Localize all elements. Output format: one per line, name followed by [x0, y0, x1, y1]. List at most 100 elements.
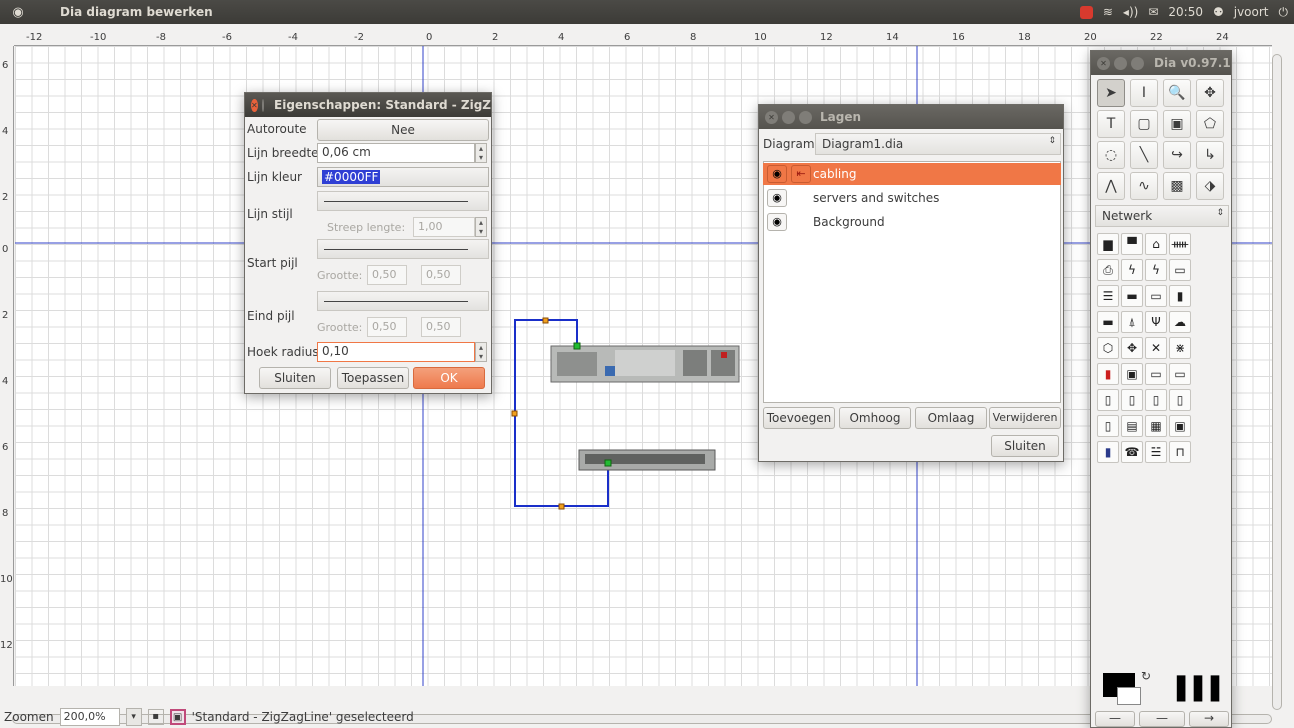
handle[interactable]: [558, 503, 565, 510]
end-arrow-height-input[interactable]: 0,50: [421, 317, 461, 337]
layer-item-cabling[interactable]: ◉ ⇤ cabling: [763, 163, 1061, 185]
zoom-dropdown-icon[interactable]: ▾: [125, 708, 142, 726]
start-arrow-select[interactable]: [317, 239, 489, 259]
shape-hub2-icon[interactable]: ☱: [1145, 441, 1167, 463]
shape-device-5-icon[interactable]: ▯: [1097, 415, 1119, 437]
background-color-swatch[interactable]: [1117, 687, 1141, 705]
shape-pc-tower-icon[interactable]: ▆: [1097, 233, 1119, 255]
shape-hexagon-icon[interactable]: ⬡: [1097, 337, 1119, 359]
shape-device-6-icon[interactable]: ▤: [1121, 415, 1143, 437]
corner-radius-input[interactable]: 0,10: [317, 342, 475, 362]
properties-titlebar[interactable]: ✕ Eigenschappen: Standard - ZigZ: [245, 93, 491, 117]
connection-point[interactable]: [573, 342, 581, 350]
shape-device-4-icon[interactable]: ▯: [1169, 389, 1191, 411]
shape-tool-icon[interactable]: Ψ: [1145, 311, 1167, 333]
tool-image-icon[interactable]: ▣: [1163, 110, 1191, 138]
user-name[interactable]: jvoort: [1234, 5, 1269, 19]
shape-router-icon[interactable]: ✥: [1121, 337, 1143, 359]
shape-workstation-icon[interactable]: ▣: [1121, 363, 1143, 385]
tool-text-icon[interactable]: T: [1097, 110, 1125, 138]
shape-device-3-icon[interactable]: ▯: [1145, 389, 1167, 411]
snap-grid-icon[interactable]: ▪: [147, 709, 164, 725]
toolbox-titlebar[interactable]: ✕ Dia v0.97.1: [1091, 51, 1231, 75]
tool-polyline-icon[interactable]: ⋀: [1097, 172, 1125, 200]
swap-colors-icon[interactable]: ↻: [1141, 669, 1151, 683]
shape-switch-icon[interactable]: ✕: [1145, 337, 1167, 359]
tool-magnify-icon[interactable]: 🔍: [1163, 79, 1191, 107]
line-width-stepper[interactable]: ▴ ▾: [475, 143, 487, 163]
tool-arc-icon[interactable]: ↪: [1163, 141, 1191, 169]
shape-patch-panel-icon[interactable]: ▬: [1121, 285, 1143, 307]
layers-titlebar[interactable]: ✕ Lagen: [759, 105, 1063, 129]
dash-length-stepper[interactable]: ▴ ▾: [475, 217, 487, 237]
dash-length-input[interactable]: 1,00: [413, 217, 475, 237]
line-color-picker[interactable]: #0000FF: [317, 167, 489, 187]
shape-device-2-icon[interactable]: ▯: [1121, 389, 1143, 411]
visibility-eye-icon[interactable]: ◉: [767, 189, 787, 207]
tool-text-edit-icon[interactable]: I: [1130, 79, 1158, 107]
tool-polygon-icon[interactable]: ⬠: [1196, 110, 1224, 138]
tool-box-icon[interactable]: ▢: [1130, 110, 1158, 138]
maximize-icon[interactable]: [799, 110, 812, 124]
close-icon[interactable]: ✕: [1097, 56, 1110, 70]
start-arrow-style-button[interactable]: —: [1095, 711, 1135, 727]
visibility-eye-icon[interactable]: ◉: [767, 165, 787, 183]
object-snap-icon[interactable]: ▣: [169, 709, 186, 725]
zoom-input[interactable]: 200,0%: [59, 708, 120, 726]
line-style-select[interactable]: [317, 191, 489, 211]
add-layer-button[interactable]: Toevoegen: [763, 407, 835, 429]
close-layers-button[interactable]: Sluiten: [991, 435, 1059, 457]
volume-icon[interactable]: ◂)): [1123, 5, 1138, 19]
shape-device-7-icon[interactable]: ▦: [1145, 415, 1167, 437]
power-icon[interactable]: ⏻: [1279, 5, 1289, 20]
line-style-button[interactable]: —: [1139, 711, 1185, 727]
vertical-scrollbar[interactable]: [1272, 54, 1282, 710]
autoroute-toggle-button[interactable]: Nee: [317, 119, 489, 141]
start-arrow-height-input[interactable]: 0,50: [421, 265, 461, 285]
handle[interactable]: [511, 410, 518, 417]
shape-ups-icon[interactable]: ▮: [1169, 285, 1191, 307]
shape-rack-server-icon[interactable]: ☰: [1097, 285, 1119, 307]
close-button[interactable]: Sluiten: [259, 367, 331, 389]
shape-monitor-icon[interactable]: ▀: [1121, 233, 1143, 255]
clock[interactable]: 20:50: [1168, 5, 1203, 19]
end-arrow-width-input[interactable]: 0,50: [367, 317, 407, 337]
handle[interactable]: [542, 317, 549, 324]
shape-modem-icon[interactable]: ▭: [1169, 259, 1191, 281]
wifi-icon[interactable]: ≋: [1103, 5, 1113, 19]
diagram-canvas[interactable]: [15, 46, 1272, 686]
tool-scroll-icon[interactable]: ✥: [1196, 79, 1224, 107]
layer-item-background[interactable]: ◉ Background: [763, 211, 1061, 233]
tool-bezier-icon[interactable]: ∿: [1130, 172, 1158, 200]
shape-router-small-icon[interactable]: ▭: [1169, 363, 1191, 385]
notification-icon[interactable]: [1079, 5, 1093, 19]
shape-printer-icon[interactable]: ⎙: [1097, 259, 1119, 281]
start-arrow-width-input[interactable]: 0,50: [367, 265, 407, 285]
shape-cable-icon[interactable]: ϟ: [1145, 259, 1167, 281]
ok-button[interactable]: OK: [413, 367, 485, 389]
minimize-icon[interactable]: [1114, 56, 1127, 70]
shape-hub-icon[interactable]: ᚔ: [1169, 233, 1191, 255]
tool-image-object-icon[interactable]: ⬗: [1196, 172, 1224, 200]
minimize-icon[interactable]: [782, 110, 795, 124]
zigzag-line-upper[interactable]: [545, 319, 578, 346]
raise-layer-button[interactable]: Omhoog: [839, 407, 911, 429]
tool-line-icon[interactable]: ╲: [1130, 141, 1158, 169]
apply-button[interactable]: Toepassen: [337, 367, 409, 389]
tool-zigzag-icon[interactable]: ↳: [1196, 141, 1224, 169]
end-arrow-style-button[interactable]: →: [1189, 711, 1229, 727]
delete-layer-button[interactable]: Verwijderen: [989, 407, 1061, 429]
shape-device-8-icon[interactable]: ▣: [1169, 415, 1191, 437]
shape-telephone-icon[interactable]: ☎: [1121, 441, 1143, 463]
shape-printer2-icon[interactable]: ⊓: [1169, 441, 1191, 463]
connection-point[interactable]: [604, 459, 612, 467]
close-icon[interactable]: ✕: [251, 98, 258, 112]
tool-pointer-icon[interactable]: ➤: [1097, 79, 1125, 107]
line-width-input[interactable]: 0,06 cm: [317, 143, 475, 163]
corner-radius-stepper[interactable]: ▴ ▾: [475, 342, 487, 362]
shape-device-1-icon[interactable]: ▯: [1097, 389, 1119, 411]
layer-item-servers[interactable]: ◉ servers and switches: [763, 187, 1061, 209]
shape-bridge-icon[interactable]: ▬: [1097, 311, 1119, 333]
shape-cloud-icon[interactable]: ☁: [1169, 311, 1191, 333]
line-width-icon[interactable]: ▌▌▌: [1177, 675, 1228, 705]
